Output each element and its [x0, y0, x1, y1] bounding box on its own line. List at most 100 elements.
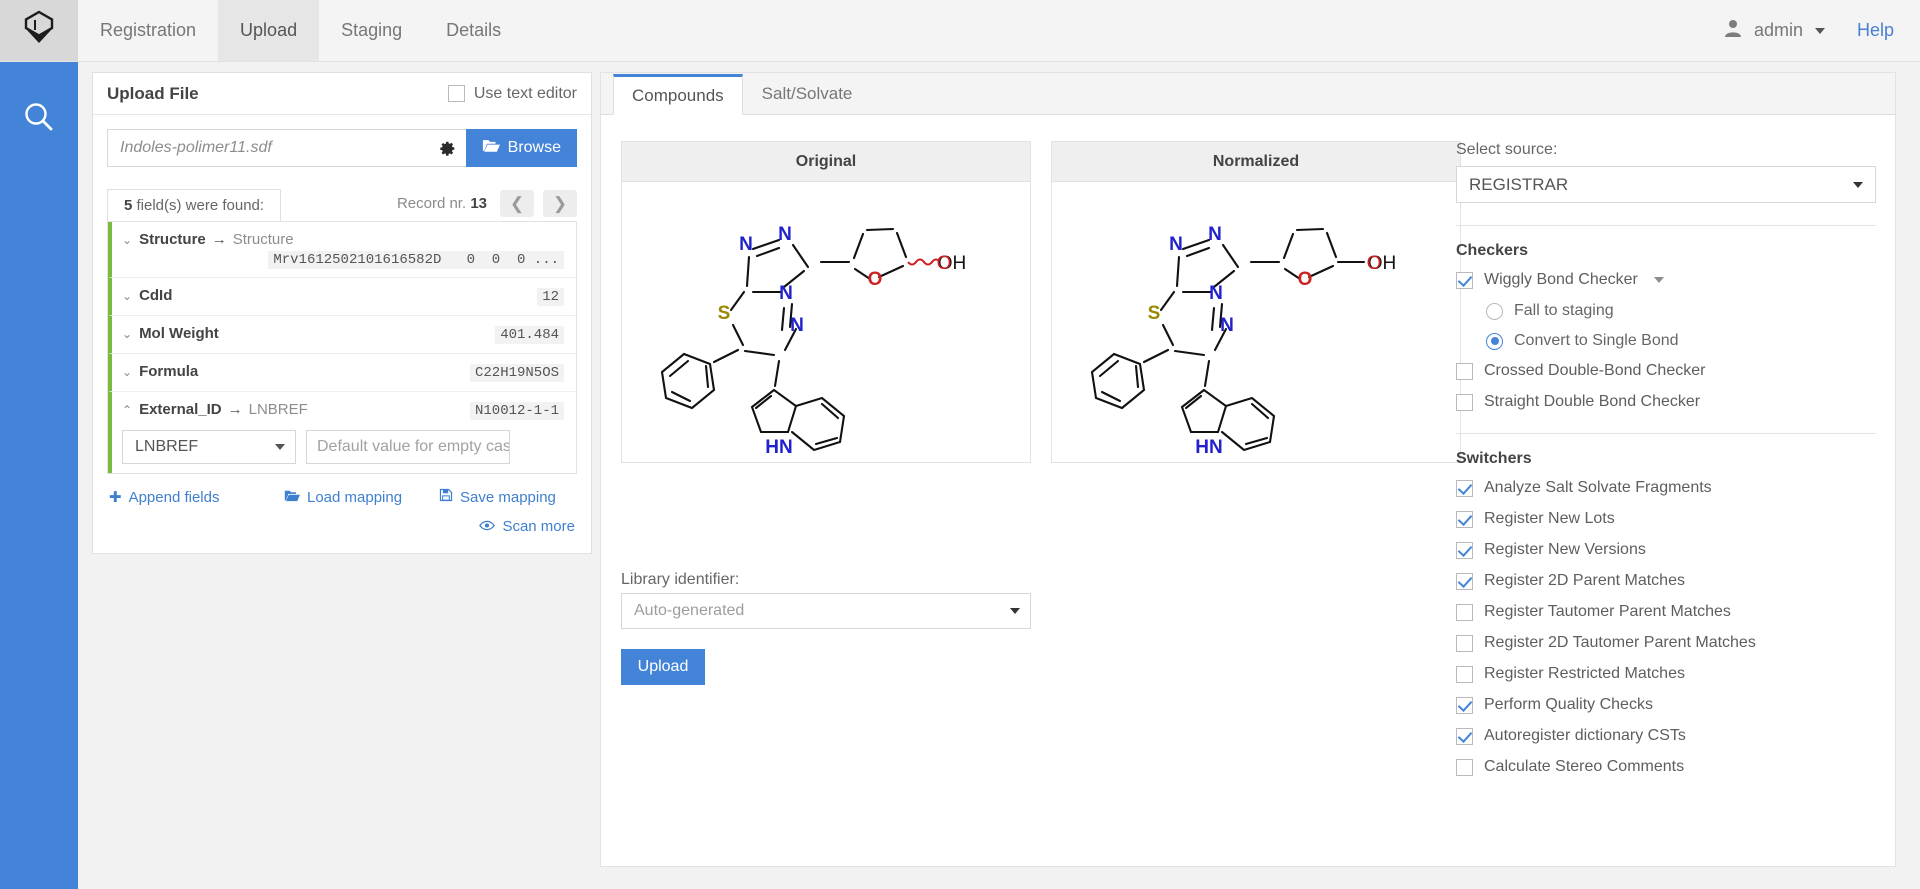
- chevron-down-icon[interactable]: ⌄: [122, 289, 132, 303]
- switcher-calculate-stereo-comments[interactable]: Calculate Stereo Comments: [1456, 758, 1876, 776]
- checker-crossed-double-bond[interactable]: Crossed Double-Bond Checker: [1456, 362, 1876, 380]
- select-source-value: REGISTRAR: [1469, 174, 1569, 194]
- switcher-analyze-salt-solvate-fragments[interactable]: Analyze Salt Solvate Fragments: [1456, 479, 1876, 497]
- scan-more-button[interactable]: Scan more: [479, 518, 575, 535]
- switcher-register-restricted-matches[interactable]: Register Restricted Matches: [1456, 665, 1876, 683]
- field-row-formula[interactable]: ⌄ Formula C22H19N5OS: [108, 354, 576, 392]
- switcher-register-new-versions-checkbox[interactable]: [1456, 541, 1473, 559]
- field-row-cdid[interactable]: ⌄ CdId 12: [108, 278, 576, 316]
- left-rail: [0, 62, 78, 889]
- external-id-target-select[interactable]: LNBREF: [122, 430, 296, 464]
- chevron-up-icon[interactable]: ⌃: [122, 403, 132, 417]
- checker-straight-double-bond-checkbox[interactable]: [1456, 393, 1473, 411]
- field-source-name: CdId: [139, 287, 173, 304]
- switcher-register-restricted-matches-checkbox[interactable]: [1456, 665, 1473, 683]
- default-value-input[interactable]: Default value for empty cases: [306, 430, 510, 464]
- structure-card-title: Normalized: [1052, 142, 1460, 182]
- chevron-down-icon[interactable]: ⌄: [122, 233, 132, 247]
- atom-label-O: O: [1367, 253, 1382, 274]
- chevron-down-icon[interactable]: ⌄: [122, 327, 132, 341]
- checker-straight-double-bond[interactable]: Straight Double Bond Checker: [1456, 393, 1876, 411]
- file-name-input[interactable]: Indoles-polimer11.sdf: [107, 129, 466, 167]
- upload-submit-button[interactable]: Upload: [621, 649, 705, 685]
- switcher-register-tautomer-parent-matches-checkbox[interactable]: [1456, 603, 1473, 621]
- use-text-editor-checkbox[interactable]: [447, 85, 465, 102]
- library-identifier-select[interactable]: Auto-generated: [621, 593, 1031, 629]
- divider: [1456, 433, 1876, 434]
- fields-summary-bar: 5 field(s) were found: Record nr. 13 ❮ ❯: [107, 185, 577, 221]
- panel-tabs: Compounds Salt/Solvate: [601, 73, 1895, 115]
- atom-label-NH: HN: [765, 437, 792, 458]
- upload-file-card: Upload File Use text editor Indoles-poli…: [92, 72, 592, 554]
- nav-tab-registration[interactable]: Registration: [78, 0, 218, 61]
- mapping-actions: ✚ Append fields Load mapping Save mappin…: [107, 474, 577, 543]
- chevron-down-icon[interactable]: [1653, 277, 1664, 283]
- help-link[interactable]: Help: [1857, 20, 1894, 41]
- atom-label-NH: HN: [1195, 437, 1222, 458]
- atom-label-N: N: [790, 315, 804, 336]
- browse-button[interactable]: Browse: [465, 129, 577, 167]
- field-source-name: Mol Weight: [139, 325, 219, 342]
- select-source-dropdown[interactable]: REGISTRAR: [1456, 166, 1876, 203]
- switcher-register-new-lots-checkbox[interactable]: [1456, 510, 1473, 528]
- checker-crossed-double-bond-checkbox[interactable]: [1456, 362, 1473, 380]
- field-count-badge: 5 field(s) were found:: [107, 189, 282, 221]
- radio-fall-to-staging[interactable]: Fall to staging: [1486, 302, 1876, 320]
- chevron-left-icon[interactable]: ❮: [500, 190, 534, 217]
- atom-label-O: O: [1298, 269, 1313, 290]
- gear-icon[interactable]: [439, 140, 456, 157]
- switcher-perform-quality-checks[interactable]: Perform Quality Checks: [1456, 696, 1876, 714]
- chevron-down-icon[interactable]: ⌄: [122, 365, 132, 379]
- field-target-name: LNBREF: [248, 401, 308, 418]
- switcher-calculate-stereo-comments-checkbox[interactable]: [1456, 758, 1473, 776]
- load-mapping-label: Load mapping: [307, 488, 403, 506]
- switcher-register-2d-parent-matches[interactable]: Register 2D Parent Matches: [1456, 572, 1876, 590]
- field-row-structure[interactable]: ⌄ Structure → Structure Mrv1612502101616…: [108, 222, 576, 278]
- append-fields-button[interactable]: ✚ Append fields: [109, 488, 284, 507]
- structure-card-normalized: Normalized N N N N S O HN OH O: [1051, 141, 1461, 463]
- checker-wiggly-bond-checkbox[interactable]: [1456, 271, 1473, 289]
- radio-convert-to-single-bond-control[interactable]: [1486, 332, 1503, 350]
- record-label: Record nr. 13: [397, 195, 487, 212]
- chevron-down-icon[interactable]: [1814, 27, 1825, 34]
- app-logo[interactable]: [0, 0, 78, 61]
- switcher-label: Register New Lots: [1484, 510, 1615, 527]
- switcher-register-2d-tautomer-parent-matches-checkbox[interactable]: [1456, 634, 1473, 652]
- nav-tab-staging[interactable]: Staging: [319, 0, 424, 61]
- radio-fall-to-staging-control[interactable]: [1486, 302, 1503, 320]
- tab-salt-solvate[interactable]: Salt/Solvate: [743, 73, 872, 114]
- field-row-mol-weight[interactable]: ⌄ Mol Weight 401.484: [108, 316, 576, 354]
- switcher-register-tautomer-parent-matches[interactable]: Register Tautomer Parent Matches: [1456, 603, 1876, 621]
- radio-convert-to-single-bond[interactable]: Convert to Single Bond: [1486, 332, 1876, 350]
- nav-tab-upload[interactable]: Upload: [218, 0, 320, 61]
- checker-wiggly-bond[interactable]: Wiggly Bond Checker: [1456, 271, 1876, 289]
- switcher-register-2d-parent-matches-checkbox[interactable]: [1456, 572, 1473, 590]
- field-row-external-id[interactable]: ⌃ External_ID → LNBREF N10012-1-1 LNBREF…: [108, 392, 576, 473]
- switcher-autoregister-dictionary-csts[interactable]: Autoregister dictionary CSTs: [1456, 727, 1876, 745]
- atom-label-N: N: [1220, 315, 1234, 336]
- chevron-right-icon[interactable]: ❯: [543, 190, 577, 217]
- folder-open-icon: [482, 138, 500, 158]
- structure-diagram-original[interactable]: N N N N S O HN OH O: [622, 182, 1030, 463]
- switcher-register-new-versions[interactable]: Register New Versions: [1456, 541, 1876, 559]
- rail-search-button[interactable]: [0, 84, 78, 154]
- switcher-perform-quality-checks-checkbox[interactable]: [1456, 696, 1473, 714]
- switcher-analyze-salt-solvate-fragments-checkbox[interactable]: [1456, 479, 1473, 497]
- field-value: Mrv1612502101616582D 0 0 0 ...: [268, 251, 564, 269]
- file-chooser-row: Indoles-polimer11.sdf Browse: [107, 129, 577, 167]
- user-menu-label[interactable]: admin: [1754, 20, 1803, 41]
- nav-tab-details[interactable]: Details: [424, 0, 523, 61]
- field-value: 401.484: [495, 326, 564, 344]
- save-mapping-button[interactable]: Save mapping: [439, 488, 556, 506]
- field-source-name: Formula: [139, 363, 199, 380]
- checkers-title: Checkers: [1456, 242, 1529, 259]
- upload-card-body: Indoles-polimer11.sdf Browse 5 field(s) …: [93, 115, 591, 553]
- switcher-register-2d-tautomer-parent-matches[interactable]: Register 2D Tautomer Parent Matches: [1456, 634, 1876, 652]
- person-icon: [1722, 17, 1744, 44]
- load-mapping-button[interactable]: Load mapping: [284, 488, 439, 506]
- tab-compounds[interactable]: Compounds: [613, 74, 743, 115]
- switcher-autoregister-dictionary-csts-checkbox[interactable]: [1456, 727, 1473, 745]
- switcher-register-new-lots[interactable]: Register New Lots: [1456, 510, 1876, 528]
- structure-diagram-normalized[interactable]: N N N N S O HN OH O: [1052, 182, 1460, 463]
- use-text-editor-toggle[interactable]: Use text editor: [447, 85, 577, 103]
